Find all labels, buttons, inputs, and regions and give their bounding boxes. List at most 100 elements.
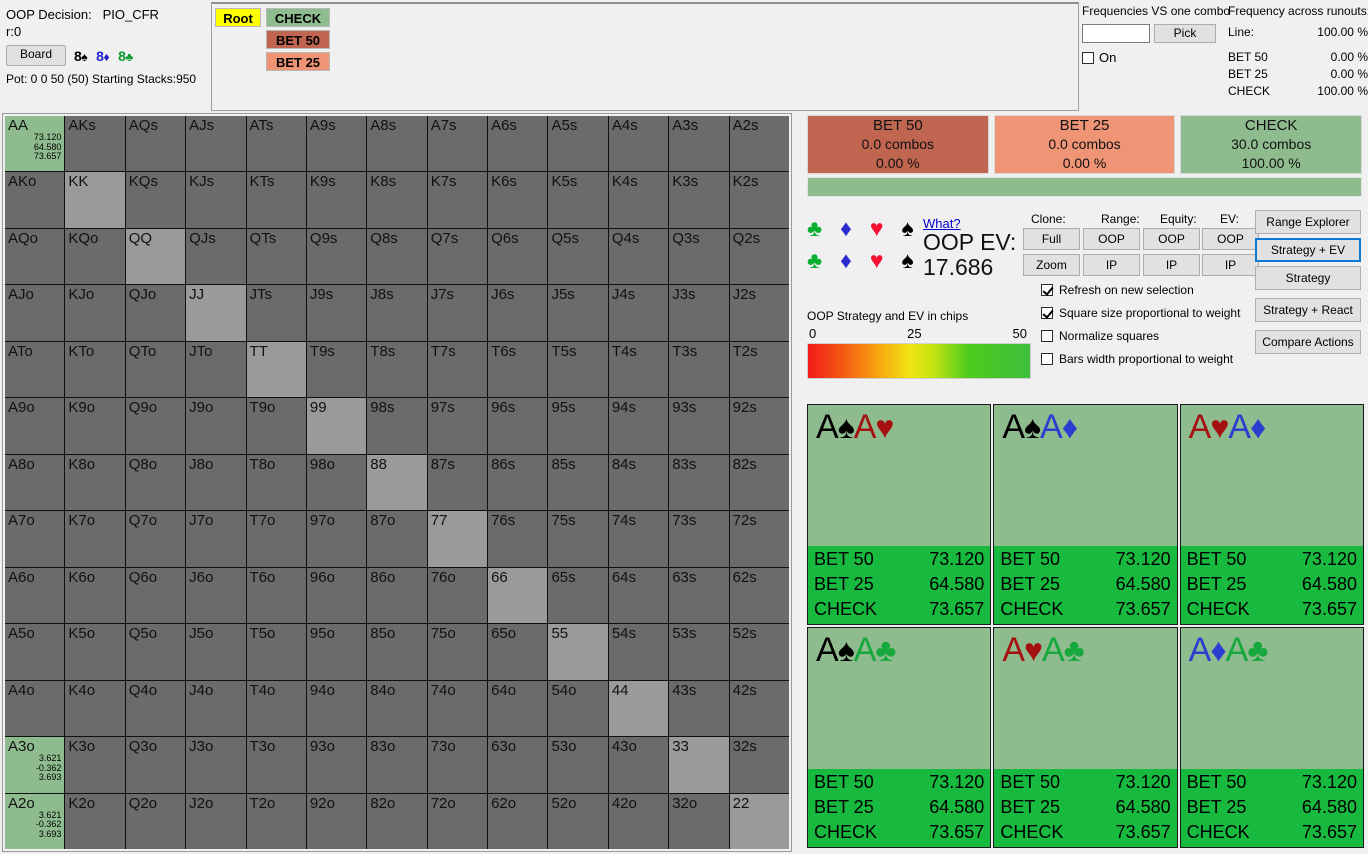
matrix-cell-Q2o[interactable]: Q2o xyxy=(125,793,186,849)
matrix-cell-K2o[interactable]: K2o xyxy=(65,793,125,849)
matrix-cell-A3s[interactable]: A3s xyxy=(669,116,729,172)
matrix-cell-32o[interactable]: 32o xyxy=(669,793,729,849)
range-oop-button[interactable]: OOP xyxy=(1083,228,1140,250)
matrix-cell-A5s[interactable]: A5s xyxy=(548,116,608,172)
pick-button[interactable]: Pick xyxy=(1154,24,1216,43)
combo-card[interactable]: A ♠ A ♦ BET 50 73.120 BET 25 64.580 CHECK 73.657 xyxy=(993,404,1178,625)
matrix-cell-86o[interactable]: 86o xyxy=(367,567,427,624)
matrix-cell-AKo[interactable]: AKo xyxy=(5,172,65,228)
option-refresh-on-new-selection[interactable]: Refresh on new selection xyxy=(1041,283,1194,297)
hand-matrix[interactable]: AA 73.120 64.580 73.657 AKs AQs AJs ATs A9s A8s A7… xyxy=(5,116,789,849)
board-button[interactable]: Board xyxy=(6,45,66,66)
matrix-cell-Q6o[interactable]: Q6o xyxy=(125,567,186,624)
matrix-cell-62o[interactable]: 62o xyxy=(488,793,548,849)
matrix-cell-T9s[interactable]: T9s xyxy=(306,341,367,398)
matrix-cell-KJo[interactable]: KJo xyxy=(65,285,125,341)
matrix-cell-K5o[interactable]: K5o xyxy=(65,624,125,680)
matrix-cell-A7o[interactable]: A7o xyxy=(5,511,65,567)
matrix-cell-92s[interactable]: 92s xyxy=(729,398,789,454)
matrix-cell-ATs[interactable]: ATs xyxy=(246,116,306,172)
matrix-cell-J8s[interactable]: J8s xyxy=(367,285,427,341)
equity-oop-button[interactable]: OOP xyxy=(1143,228,1200,250)
matrix-cell-J4s[interactable]: J4s xyxy=(608,285,669,341)
tree-node-check[interactable]: CHECK xyxy=(266,8,330,27)
checkbox-icon[interactable] xyxy=(1041,284,1053,296)
matrix-cell-83o[interactable]: 83o xyxy=(367,737,427,793)
range-ip-button[interactable]: IP xyxy=(1083,254,1140,276)
club-icon[interactable]: ♣ xyxy=(807,216,822,240)
matrix-cell-J6o[interactable]: J6o xyxy=(186,567,246,624)
checkbox-icon[interactable] xyxy=(1041,330,1053,342)
matrix-cell-KTo[interactable]: KTo xyxy=(65,341,125,398)
matrix-cell-82s[interactable]: 82s xyxy=(729,454,789,511)
matrix-cell-44[interactable]: 44 xyxy=(608,680,669,737)
matrix-cell-55[interactable]: 55 xyxy=(548,624,608,680)
matrix-cell-53s[interactable]: 53s xyxy=(669,624,729,680)
checkbox-icon[interactable] xyxy=(1041,353,1053,365)
matrix-cell-Q5s[interactable]: Q5s xyxy=(548,228,608,285)
matrix-cell-Q8o[interactable]: Q8o xyxy=(125,454,186,511)
matrix-cell-A3o[interactable]: A3o 3.621 -0.362 3.693 xyxy=(5,737,65,793)
matrix-cell-74s[interactable]: 74s xyxy=(608,511,669,567)
matrix-cell-J2o[interactable]: J2o xyxy=(186,793,246,849)
matrix-cell-QTo[interactable]: QTo xyxy=(125,341,186,398)
matrix-cell-94o[interactable]: 94o xyxy=(306,680,367,737)
matrix-cell-T6s[interactable]: T6s xyxy=(488,341,548,398)
matrix-cell-87o[interactable]: 87o xyxy=(367,511,427,567)
matrix-cell-T7s[interactable]: T7s xyxy=(427,341,488,398)
matrix-cell-K7o[interactable]: K7o xyxy=(65,511,125,567)
matrix-cell-J5o[interactable]: J5o xyxy=(186,624,246,680)
matrix-cell-66[interactable]: 66 xyxy=(488,567,548,624)
combo-card[interactable]: A ♥ A ♦ BET 50 73.120 BET 25 64.580 CHECK 73.657 xyxy=(1179,404,1364,625)
matrix-cell-T3o[interactable]: T3o xyxy=(246,737,306,793)
matrix-cell-62s[interactable]: 62s xyxy=(729,567,789,624)
matrix-cell-93o[interactable]: 93o xyxy=(306,737,367,793)
matrix-cell-98s[interactable]: 98s xyxy=(367,398,427,454)
equity-ip-button[interactable]: IP xyxy=(1143,254,1200,276)
diamond-icon[interactable]: ♦ xyxy=(840,216,852,240)
matrix-cell-64s[interactable]: 64s xyxy=(608,567,669,624)
matrix-cell-A4s[interactable]: A4s xyxy=(608,116,669,172)
diamond-icon[interactable]: ♦ xyxy=(840,248,852,272)
matrix-cell-65o[interactable]: 65o xyxy=(488,624,548,680)
matrix-cell-Q7o[interactable]: Q7o xyxy=(125,511,186,567)
matrix-cell-A9s[interactable]: A9s xyxy=(306,116,367,172)
matrix-cell-52s[interactable]: 52s xyxy=(729,624,789,680)
matrix-cell-K4o[interactable]: K4o xyxy=(65,680,125,737)
matrix-cell-76s[interactable]: 76s xyxy=(488,511,548,567)
matrix-cell-A9o[interactable]: A9o xyxy=(5,398,65,454)
matrix-cell-A4o[interactable]: A4o xyxy=(5,680,65,737)
matrix-cell-T4s[interactable]: T4s xyxy=(608,341,669,398)
matrix-cell-AJo[interactable]: AJo xyxy=(5,285,65,341)
matrix-cell-74o[interactable]: 74o xyxy=(427,680,488,737)
ev-oop-button[interactable]: OOP xyxy=(1202,228,1259,250)
tree-node-bet25[interactable]: BET 25 xyxy=(266,52,330,71)
matrix-cell-KTs[interactable]: KTs xyxy=(246,172,306,228)
action-card-bet25[interactable]: BET 25 0.0 combos 0.00 % xyxy=(993,115,1176,174)
matrix-cell-KQs[interactable]: KQs xyxy=(125,172,186,228)
matrix-cell-T5s[interactable]: T5s xyxy=(548,341,608,398)
matrix-cell-96s[interactable]: 96s xyxy=(488,398,548,454)
matrix-cell-43s[interactable]: 43s xyxy=(669,680,729,737)
club-icon[interactable]: ♣ xyxy=(807,248,822,272)
strategy-button[interactable]: Strategy xyxy=(1255,266,1361,290)
clone-zoom-button[interactable]: Zoom xyxy=(1023,254,1080,276)
matrix-cell-TT[interactable]: TT xyxy=(246,341,306,398)
matrix-cell-QTs[interactable]: QTs xyxy=(246,228,306,285)
matrix-cell-Q8s[interactable]: Q8s xyxy=(367,228,427,285)
matrix-cell-88[interactable]: 88 xyxy=(367,454,427,511)
option-square-size-proportional[interactable]: Square size proportional to weight xyxy=(1041,306,1240,320)
matrix-cell-K6s[interactable]: K6s xyxy=(488,172,548,228)
matrix-cell-J3s[interactable]: J3s xyxy=(669,285,729,341)
matrix-cell-76o[interactable]: 76o xyxy=(427,567,488,624)
matrix-cell-75s[interactable]: 75s xyxy=(548,511,608,567)
matrix-cell-52o[interactable]: 52o xyxy=(548,793,608,849)
matrix-cell-Q4s[interactable]: Q4s xyxy=(608,228,669,285)
checkbox-icon[interactable] xyxy=(1041,307,1053,319)
matrix-cell-K9o[interactable]: K9o xyxy=(65,398,125,454)
matrix-cell-KK[interactable]: KK xyxy=(65,172,125,228)
matrix-cell-63s[interactable]: 63s xyxy=(669,567,729,624)
combo-card[interactable]: A ♠ A ♣ BET 50 73.120 BET 25 64.580 CHECK 73.657 xyxy=(807,627,992,848)
matrix-cell-75o[interactable]: 75o xyxy=(427,624,488,680)
matrix-cell-95o[interactable]: 95o xyxy=(306,624,367,680)
